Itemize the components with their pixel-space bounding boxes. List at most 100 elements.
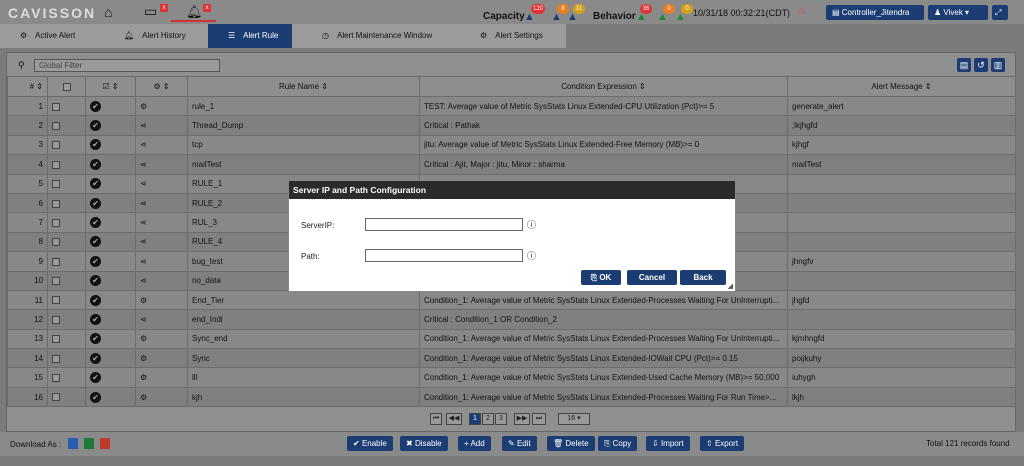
gears-icon[interactable]: ⚙ bbox=[140, 393, 147, 402]
table-row[interactable]: 14 ✔ ⚙ Sync Condition_1: Average value of Me… bbox=[7, 348, 1016, 369]
expand-icon[interactable]: ⤢ bbox=[992, 5, 1008, 20]
select-all-checkbox[interactable] bbox=[62, 82, 71, 91]
delete-button[interactable]: 🗑︎ Delete bbox=[547, 436, 595, 451]
tab-alert-history[interactable]: 🔔︎ Alert History bbox=[124, 24, 208, 48]
row-checkbox[interactable] bbox=[52, 296, 60, 305]
next-page-button[interactable]: ▶▶ bbox=[514, 413, 530, 425]
col-type[interactable]: ⚙ ⇕ bbox=[135, 76, 188, 97]
tab-alert-maintenance-window[interactable]: ◷ Alert Maintenance Window bbox=[322, 24, 462, 48]
columns-icon[interactable]: ▥ bbox=[991, 58, 1005, 72]
info-icon[interactable]: ⓘ bbox=[527, 218, 536, 231]
check-circle-icon[interactable]: ✔ bbox=[90, 255, 101, 267]
bell-icon[interactable]: 🔔︎ bbox=[186, 4, 203, 20]
row-checkbox[interactable] bbox=[52, 374, 60, 383]
check-circle-icon[interactable]: ✔ bbox=[90, 217, 101, 229]
check-circle-icon[interactable]: ✔ bbox=[90, 333, 101, 345]
copy-button[interactable]: ⎘ Copy bbox=[598, 436, 638, 451]
word-icon[interactable] bbox=[68, 438, 78, 449]
row-checkbox[interactable] bbox=[52, 199, 60, 208]
import-button[interactable]: ⇩ Import bbox=[646, 436, 690, 451]
path-input[interactable] bbox=[365, 249, 523, 262]
check-circle-icon[interactable]: ✔ bbox=[90, 294, 101, 306]
cancel-button[interactable]: Cancel bbox=[627, 270, 677, 285]
row-checkbox[interactable] bbox=[52, 180, 60, 189]
export-button[interactable]: ⇧ Export bbox=[700, 436, 745, 451]
check-circle-icon[interactable]: ✔ bbox=[90, 197, 101, 209]
check-circle-icon[interactable]: ✔ bbox=[90, 120, 101, 132]
table-row[interactable]: 4 ✔ ⋖ mailTest Critical : Ajit, Major : jitu… bbox=[7, 154, 1016, 175]
page-3-button[interactable]: 3 bbox=[495, 413, 507, 425]
col-number[interactable]: # ⇕ bbox=[7, 76, 48, 97]
global-filter-input[interactable]: Global Filter bbox=[34, 59, 220, 72]
gears-icon[interactable]: ⚙ bbox=[140, 296, 147, 305]
row-checkbox[interactable] bbox=[52, 393, 60, 402]
row-checkbox[interactable] bbox=[52, 218, 60, 227]
row-checkbox[interactable] bbox=[52, 238, 60, 247]
table-row[interactable]: 2 ✔ ⋖ Thread_Dump Critical : Pathak ;lkjhgfd bbox=[7, 115, 1016, 136]
check-circle-icon[interactable]: ✔ bbox=[90, 372, 101, 384]
tab-active-alert[interactable]: ⚙ Active Alert bbox=[20, 24, 110, 48]
share-icon[interactable]: ⋖ bbox=[140, 160, 147, 169]
back-button[interactable]: Back bbox=[680, 270, 726, 285]
tab-alert-rule[interactable]: ☰ Alert Rule bbox=[208, 24, 292, 48]
prev-page-button[interactable]: ◀◀ bbox=[446, 413, 462, 425]
pdf-icon[interactable]: ▤ bbox=[957, 58, 971, 72]
share-icon[interactable]: ⋖ bbox=[140, 121, 147, 130]
check-circle-icon[interactable]: ✔ bbox=[90, 158, 101, 170]
row-checkbox[interactable] bbox=[52, 102, 60, 111]
check-circle-icon[interactable]: ✔ bbox=[90, 100, 101, 112]
table-row[interactable]: 16 ✔ ⚙ kjh Condition_1: Average value of Met… bbox=[7, 386, 1016, 408]
share-icon[interactable]: ⋖ bbox=[140, 315, 147, 324]
tab-alert-settings[interactable]: ⚙ Alert Settings bbox=[480, 24, 566, 48]
table-row[interactable]: 13 ✔ ⚙ Sync_end Condition_1: Average value o… bbox=[7, 328, 1016, 350]
gears-icon[interactable]: ⚙ bbox=[140, 354, 147, 363]
row-checkbox[interactable] bbox=[52, 315, 60, 324]
monitor-icon[interactable]: ▭ bbox=[144, 3, 157, 20]
check-circle-icon[interactable]: ✔ bbox=[90, 313, 101, 325]
edit-button[interactable]: ✎ Edit bbox=[502, 436, 537, 451]
page-1-button[interactable]: 1 bbox=[469, 413, 481, 425]
row-checkbox[interactable] bbox=[52, 141, 60, 150]
col-select[interactable] bbox=[47, 76, 86, 97]
last-page-button[interactable]: ⏭ bbox=[532, 413, 546, 425]
table-row[interactable]: 12 ✔ ⋖ end_Indi Critical : Condition_1 OR Co… bbox=[7, 309, 1016, 330]
row-checkbox[interactable] bbox=[52, 121, 60, 130]
home-icon[interactable]: ⌂ bbox=[104, 4, 112, 20]
share-icon[interactable]: ⋖ bbox=[140, 237, 147, 246]
history-icon[interactable]: ↺ bbox=[974, 58, 988, 72]
page-2-button[interactable]: 2 bbox=[482, 413, 494, 425]
col-rule-name[interactable]: Rule Name ⇕ bbox=[187, 76, 420, 97]
check-circle-icon[interactable]: ✔ bbox=[90, 178, 101, 190]
table-row[interactable]: 3 ✔ ⋖ tcp jitu: Average value of Metric SysS… bbox=[7, 134, 1016, 156]
gears-icon[interactable]: ⚙ bbox=[140, 334, 147, 343]
share-icon[interactable]: ⋖ bbox=[140, 199, 147, 208]
resize-handle-icon[interactable]: ◢ bbox=[728, 282, 733, 290]
share-icon[interactable]: ⋖ bbox=[140, 140, 147, 149]
share-icon[interactable]: ⋖ bbox=[140, 257, 147, 266]
check-circle-icon[interactable]: ✔ bbox=[90, 391, 101, 403]
user-button[interactable]: ♟ Vivek ▾ bbox=[928, 5, 988, 20]
server-ip-input[interactable] bbox=[365, 218, 523, 231]
check-circle-icon[interactable]: ✔ bbox=[90, 275, 101, 287]
pdf-download-icon[interactable] bbox=[100, 438, 110, 449]
gears-icon[interactable]: ⚙ bbox=[140, 373, 147, 382]
first-page-button[interactable]: ⏮ bbox=[430, 413, 442, 425]
row-checkbox[interactable] bbox=[52, 160, 60, 169]
ok-button[interactable]: ⎘ OK bbox=[581, 270, 621, 285]
table-row[interactable]: 1 ✔ ⚙ rule_1 TEST: Average value of Metric S… bbox=[7, 95, 1016, 117]
col-alert-message[interactable]: Alert Message ⇕ bbox=[787, 76, 1016, 97]
controller-button[interactable]: ▤ Controller_Jitendra bbox=[826, 5, 924, 20]
table-row[interactable]: 11 ✔ ⚙ End_Tier Condition_1: Average value o… bbox=[7, 289, 1016, 311]
status-icon[interactable]: ⚠ bbox=[797, 6, 806, 17]
info-icon[interactable]: ⓘ bbox=[527, 249, 536, 262]
excel-icon[interactable] bbox=[84, 438, 94, 449]
check-circle-icon[interactable]: ✔ bbox=[90, 236, 101, 248]
row-checkbox[interactable] bbox=[52, 335, 60, 344]
page-size-select[interactable]: 16 ▾ bbox=[558, 413, 590, 425]
table-row[interactable]: 15 ✔ ⚙ lll Condition_1: Average value of Met… bbox=[7, 367, 1016, 388]
col-enabled[interactable]: ☑ ⇕ bbox=[85, 76, 136, 97]
gears-icon[interactable]: ⚙ bbox=[140, 102, 147, 111]
disable-button[interactable]: ✖ Disable bbox=[400, 436, 448, 451]
check-circle-icon[interactable]: ✔ bbox=[90, 139, 101, 151]
share-icon[interactable]: ⋖ bbox=[140, 276, 147, 285]
